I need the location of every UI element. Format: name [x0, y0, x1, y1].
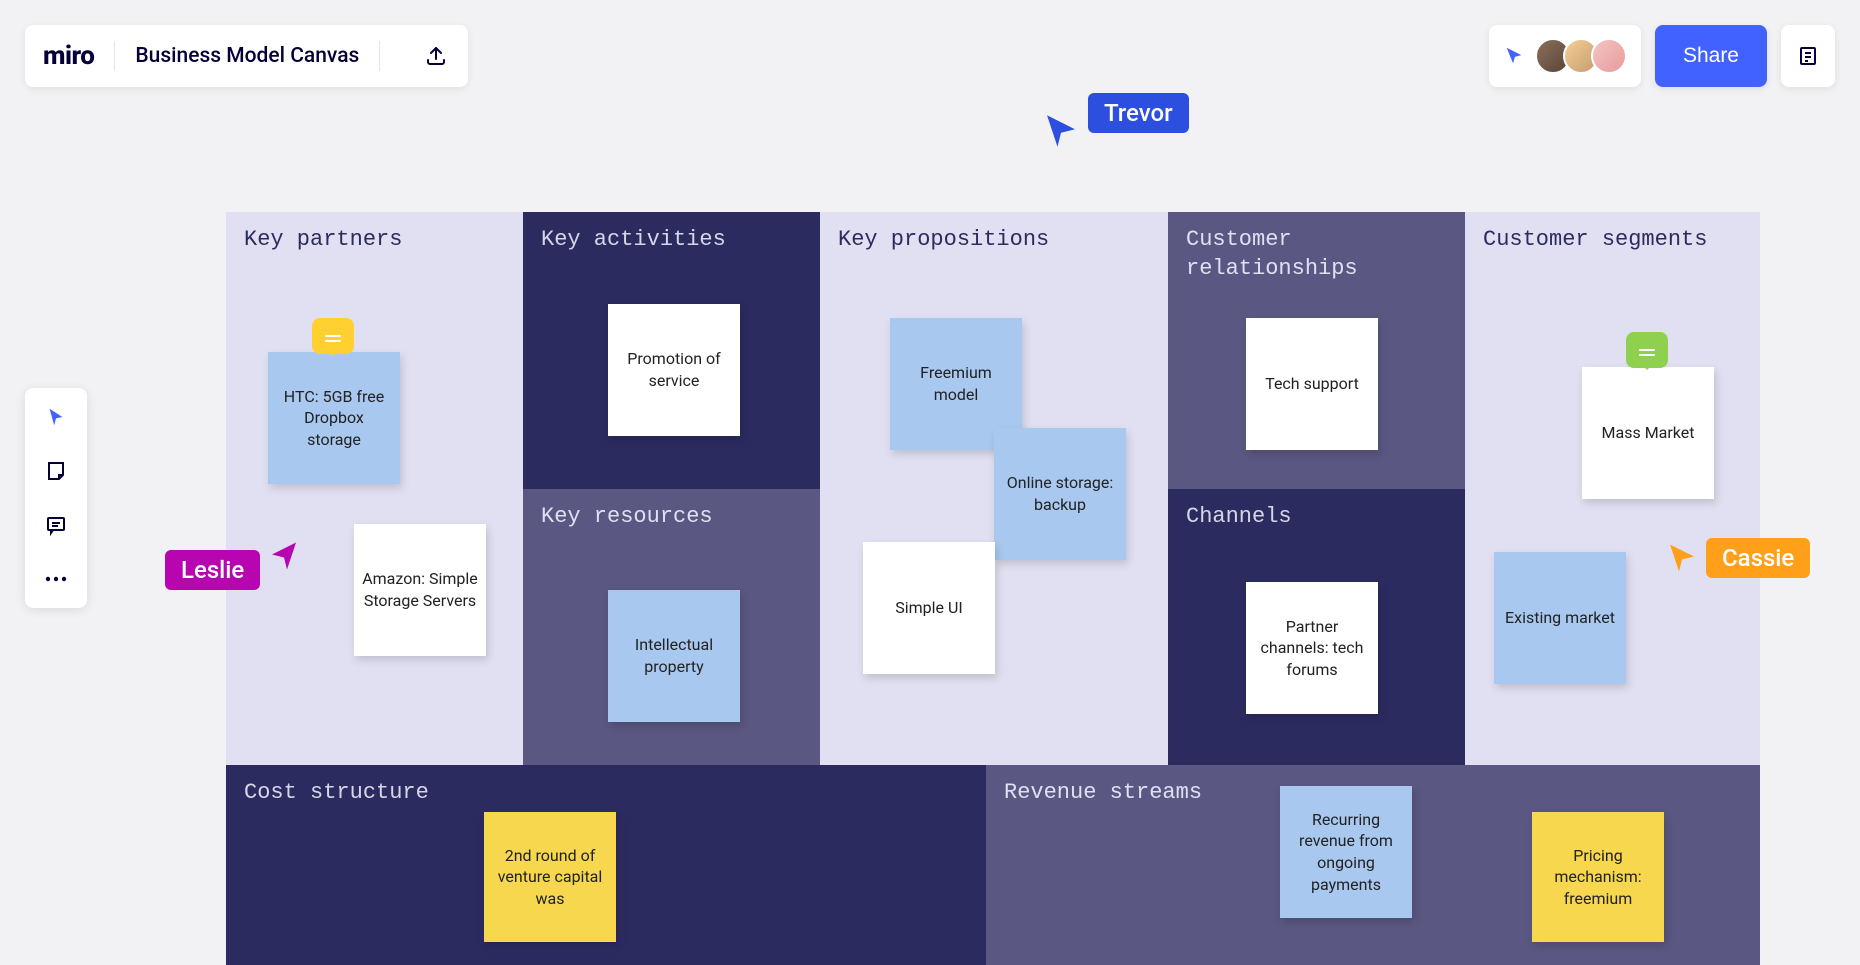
section-key-partners[interactable]: Key partners [226, 212, 523, 765]
sticky-note[interactable]: Promotion of service [608, 304, 740, 436]
sticky-note[interactable]: Recurring revenue from ongoing payments [1280, 786, 1412, 918]
cursor-label: Trevor [1088, 93, 1189, 133]
comment-tool-icon[interactable] [41, 510, 71, 540]
section-title: Key partners [226, 212, 523, 269]
cursor-follow-icon[interactable] [1503, 45, 1525, 67]
avatar-stack[interactable] [1535, 38, 1627, 74]
sticky-note[interactable]: Simple UI [863, 542, 995, 674]
sticky-note[interactable]: Amazon: Simple Storage Servers [354, 524, 486, 656]
sticky-note[interactable]: Partner channels: tech forums [1246, 582, 1378, 714]
board-title[interactable]: Business Model Canvas [135, 44, 359, 68]
section-title: Channels [1168, 489, 1465, 546]
collaborators-pill [1489, 25, 1641, 87]
divider [379, 41, 380, 71]
comment-icon[interactable] [1626, 332, 1668, 368]
remote-cursor-cassie: Cassie [1664, 538, 1810, 578]
divider [114, 41, 115, 71]
sticky-note[interactable]: Existing market [1494, 552, 1626, 684]
miro-logo[interactable]: miro [43, 41, 94, 71]
top-right-controls: Share [1489, 25, 1835, 87]
more-tools-icon[interactable] [41, 564, 71, 594]
cursor-label: Leslie [165, 550, 260, 590]
section-title: Key activities [523, 212, 820, 269]
remote-cursor-trevor: Trevor [1040, 92, 1189, 134]
left-toolbar [25, 388, 87, 608]
canvas[interactable]: Key partners Key activities Key resource… [226, 212, 1760, 880]
avatar[interactable] [1591, 38, 1627, 74]
export-icon[interactable] [422, 42, 450, 70]
remote-cursor-leslie: Leslie [165, 550, 302, 590]
section-title: Customer relationships [1168, 212, 1465, 297]
sticky-note[interactable]: 2nd round of venture capital was [484, 812, 616, 942]
top-bar: miro Business Model Canvas [25, 25, 468, 87]
sticky-note[interactable]: Mass Market [1582, 367, 1714, 499]
sticky-note[interactable]: HTC: 5GB free Dropbox storage [268, 352, 400, 484]
cursor-label: Cassie [1706, 538, 1810, 578]
notes-button[interactable] [1781, 25, 1835, 87]
section-title: Customer segments [1465, 212, 1760, 269]
sticky-note[interactable]: Intellectual property [608, 590, 740, 722]
share-button[interactable]: Share [1655, 25, 1767, 87]
select-tool-icon[interactable] [41, 402, 71, 432]
section-title: Key resources [523, 489, 820, 546]
sticky-note[interactable]: Tech support [1246, 318, 1378, 450]
section-title: Key propositions [820, 212, 1168, 269]
sticky-note[interactable]: Online storage: backup [994, 428, 1126, 560]
comment-icon[interactable] [312, 318, 354, 354]
sticky-note-tool-icon[interactable] [41, 456, 71, 486]
sticky-note[interactable]: Pricing mechanism: freemium [1532, 812, 1664, 942]
